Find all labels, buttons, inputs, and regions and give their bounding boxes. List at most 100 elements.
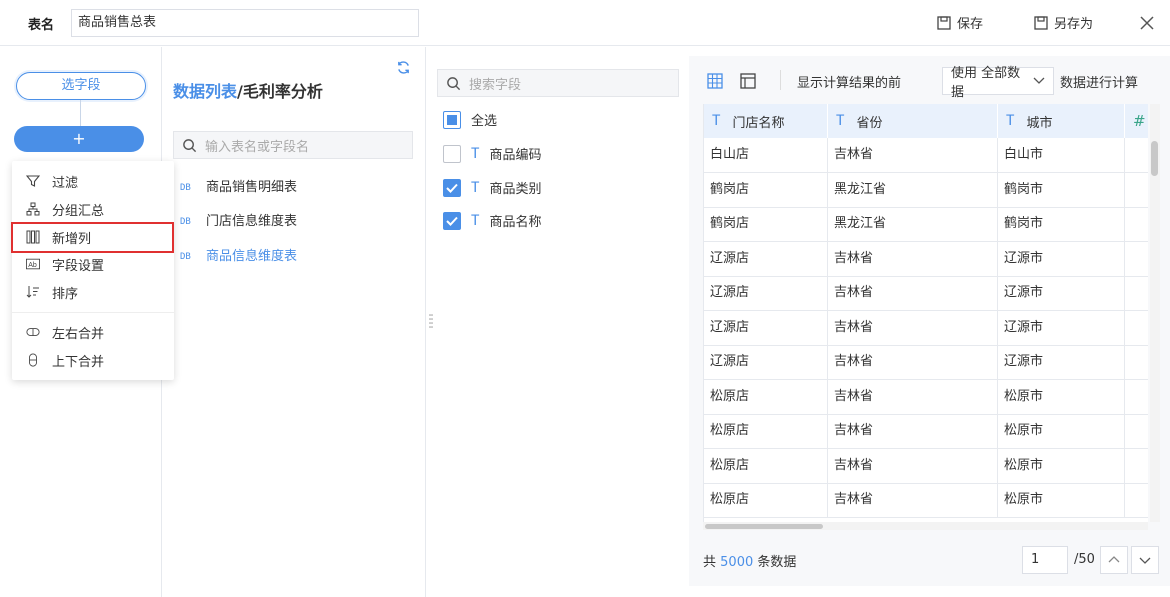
total-records: 共 5000 条数据 — [703, 551, 796, 570]
field-item[interactable]: T 商品名称 — [443, 211, 541, 230]
table-row[interactable]: 鹤岗店 黑龙江省 鹤岗市 — [704, 207, 1148, 242]
field-search[interactable]: 搜索字段 — [437, 69, 679, 97]
field-item-label: 商品编码 — [489, 148, 542, 163]
select-all-checkbox[interactable] — [443, 110, 461, 129]
select-all-label: 全选 — [471, 114, 498, 129]
field-checkbox[interactable] — [443, 178, 461, 197]
table-cell: 吉林省 — [828, 241, 998, 276]
table-cell: 吉林省 — [828, 138, 998, 172]
table-cell: 吉林省 — [828, 414, 998, 448]
refresh-icon[interactable] — [396, 60, 411, 75]
menu-item-filter[interactable]: 过滤 — [12, 168, 174, 194]
table-view-icon[interactable] — [707, 73, 723, 89]
select-field-node[interactable]: 选字段 — [16, 72, 146, 100]
svg-text:DB: DB — [180, 183, 191, 192]
table-cell: 吉林省 — [828, 276, 998, 310]
table-row[interactable]: 鹤岗店 黑龙江省 鹤岗市 — [704, 172, 1148, 208]
calc-range-select[interactable]: 使用 全部数据 — [942, 66, 1054, 100]
field-item[interactable]: T 商品类别 — [443, 178, 541, 197]
datasource-title: 数据列表/毛利率分析 — [173, 78, 323, 102]
table-item-selected[interactable]: DB 商品信息维度表 — [180, 245, 297, 264]
table-item[interactable]: DB 商品销售明细表 — [180, 176, 297, 195]
text-type-icon: T — [471, 212, 480, 229]
column-header[interactable]: T 省份 — [828, 104, 998, 138]
table-cell: 辽源店 — [704, 310, 828, 345]
select-all-row[interactable]: 全选 — [443, 110, 497, 129]
preview-calc-text-after: 数据进行计算 — [1060, 76, 1139, 91]
datasource-search[interactable]: 输入表名或字段名 — [173, 131, 413, 159]
chevron-down-icon — [1033, 77, 1045, 84]
save-button[interactable]: 保存 — [936, 13, 983, 32]
menu-item-label: 过滤 — [52, 175, 79, 191]
total-count: 5000 — [720, 555, 754, 570]
search-icon — [447, 76, 461, 90]
menu-item-sort[interactable]: 排序 — [12, 279, 174, 305]
highlight-box — [11, 222, 174, 253]
table-row[interactable]: 松原店 吉林省 松原市 — [704, 379, 1148, 415]
table-row[interactable]: 白山店 吉林省 白山市 — [704, 138, 1148, 173]
table-cell: 黑龙江省 — [828, 207, 998, 241]
field-checkbox[interactable] — [443, 211, 461, 230]
next-page-button[interactable] — [1131, 546, 1159, 574]
menu-item-field-settings[interactable]: Ab 字段设置 — [12, 251, 174, 277]
table-icon: DB — [180, 217, 191, 226]
horizontal-scroll-thumb[interactable] — [705, 524, 823, 529]
column-header[interactable]: T 门店名称 — [704, 104, 828, 138]
menu-divider — [12, 312, 174, 313]
table-cell: 白山店 — [704, 138, 828, 172]
resize-grip-icon[interactable] — [429, 314, 433, 328]
field-settings-icon: Ab — [26, 258, 40, 270]
table-cell: 吉林省 — [828, 448, 998, 483]
table-row[interactable]: 辽源店 吉林省 辽源市 — [704, 241, 1148, 277]
menu-item-label: 分组汇总 — [52, 203, 105, 219]
total-suffix: 条数据 — [757, 555, 797, 570]
menu-item-label: 上下合并 — [52, 354, 105, 370]
table-cell — [1125, 311, 1148, 345]
table-row[interactable]: 松原店 吉林省 松原市 — [704, 448, 1148, 484]
table-cell — [1125, 138, 1148, 172]
table-name-input[interactable]: 商品销售总表 — [71, 9, 419, 37]
check-icon — [446, 183, 458, 193]
table-cell: 吉林省 — [828, 345, 998, 379]
table-cell: 吉林省 — [828, 379, 998, 414]
field-item[interactable]: T 商品编码 — [443, 144, 541, 163]
field-checkbox[interactable] — [443, 144, 461, 163]
table-cell: 松原市 — [998, 379, 1125, 414]
column-header-label: 省份 — [856, 115, 883, 131]
column-header-label: 门店名称 — [732, 115, 785, 131]
preview-calc-text-before: 显示计算结果的前 — [797, 76, 902, 91]
chevron-down-icon — [1139, 557, 1151, 564]
add-step-button[interactable]: + — [14, 126, 144, 152]
menu-item-group-summary[interactable]: 分组汇总 — [12, 196, 174, 222]
save-as-label: 另存为 — [1054, 17, 1094, 32]
text-type-icon: T — [836, 113, 845, 129]
table-cell: 松原店 — [704, 414, 828, 448]
table-cell — [1125, 242, 1148, 276]
save-as-icon — [1034, 15, 1048, 30]
table-cell: 黑龙江省 — [828, 172, 998, 207]
vertical-scroll-thumb[interactable] — [1151, 141, 1158, 176]
table-cell: 鹤岗市 — [998, 207, 1125, 241]
menu-item-merge-vertical[interactable]: 上下合并 — [12, 347, 174, 373]
close-icon[interactable] — [1138, 14, 1156, 32]
table-cell — [1125, 276, 1148, 310]
layout-view-icon[interactable] — [740, 73, 756, 89]
table-row[interactable]: 辽源店 吉林省 辽源市 — [704, 345, 1148, 380]
table-row[interactable]: 辽源店 吉林省 辽源市 — [704, 276, 1148, 311]
column-header[interactable]: T 城市 — [998, 104, 1125, 138]
column-header[interactable]: # — [1125, 104, 1148, 138]
table-cell — [1125, 449, 1148, 483]
table-row[interactable]: 松原店 吉林省 松原市 — [704, 483, 1148, 518]
datasource-title-main[interactable]: 数据列表 — [173, 82, 237, 101]
table-item[interactable]: DB 门店信息维度表 — [180, 210, 297, 229]
table-row[interactable]: 辽源店 吉林省 辽源市 — [704, 310, 1148, 346]
page-number-input[interactable]: 1 — [1022, 546, 1068, 574]
table-cell — [1125, 380, 1148, 414]
table-cell: 松原店 — [704, 448, 828, 483]
table-row[interactable]: 松原店 吉林省 松原市 — [704, 414, 1148, 449]
merge-horizontal-icon — [26, 328, 40, 336]
table-cell: 辽源店 — [704, 276, 828, 310]
menu-item-merge-horizontal[interactable]: 左右合并 — [12, 319, 174, 345]
save-as-button[interactable]: 另存为 — [1033, 13, 1093, 32]
prev-page-button[interactable] — [1100, 546, 1128, 574]
